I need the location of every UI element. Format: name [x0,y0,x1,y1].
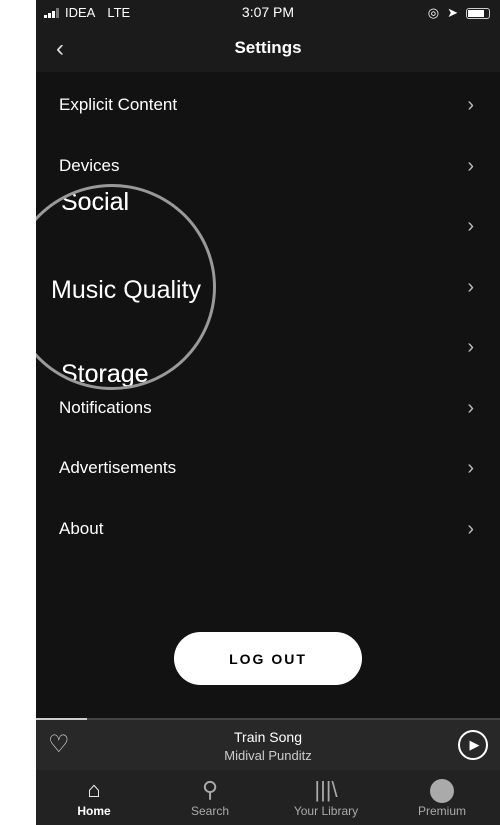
tab-home[interactable]: ⌂ Home [36,770,152,825]
row-label: Notifications [59,398,152,417]
magnified-music-quality[interactable]: Music Quality [51,275,201,305]
setting-about[interactable]: About › [36,499,500,559]
nav-bar: ‹ Settings [36,25,500,72]
play-icon[interactable]: ▶ [458,730,488,760]
phone-screen: IDEA LTE 3:07 PM ◎ ➤ ‹ Settings Explicit … [36,0,500,825]
tab-your-library[interactable]: |||\ Your Library [268,770,384,825]
row-label: Explicit Content [59,95,178,114]
chevron-right-icon: › [467,456,474,479]
row-label: Advertisements [59,458,177,477]
chevron-right-icon: › [467,93,474,116]
status-bar: IDEA LTE 3:07 PM ◎ ➤ [36,0,500,25]
setting-advertisements[interactable]: Advertisements › [36,438,500,498]
tab-bar: ⌂ Home ⚲ Search |||\ Your Library Premium [36,770,500,825]
library-icon: |||\ [314,777,338,802]
track-title: Train Song [234,729,302,745]
chevron-right-icon: › [467,154,474,177]
chevron-right-icon: › [467,517,474,540]
battery-icon [466,7,490,19]
chevron-right-icon: › [467,214,474,237]
page-title: Settings [234,38,302,57]
tab-label: Your Library [293,804,359,818]
rotation-lock-icon: ◎ [427,5,440,20]
chevron-right-icon: › [467,396,474,419]
search-icon: ⚲ [201,777,219,802]
track-artist: Midival Punditz [224,748,312,763]
setting-explicit-content[interactable]: Explicit Content › [36,75,500,135]
now-playing-bar[interactable]: ♡ Train Song Midival Punditz ▶ [36,720,500,770]
tab-label: Premium [417,804,466,818]
logout-button[interactable]: LOG OUT [174,632,362,685]
row-label: About [59,519,104,538]
home-icon: ⌂ [87,777,101,802]
magnified-storage: orage [84,360,149,388]
spotify-icon [430,779,454,804]
tab-premium[interactable]: Premium [384,770,500,825]
tab-label: Search [190,804,230,818]
tab-label: Home [77,804,111,818]
chevron-right-icon: › [467,275,474,298]
chevron-right-icon: › [467,335,474,358]
location-icon: ➤ [447,5,458,20]
tab-search[interactable]: ⚲ Search [152,770,268,825]
magnified-social: ocial [77,188,130,216]
row-label: Devices [59,156,120,175]
